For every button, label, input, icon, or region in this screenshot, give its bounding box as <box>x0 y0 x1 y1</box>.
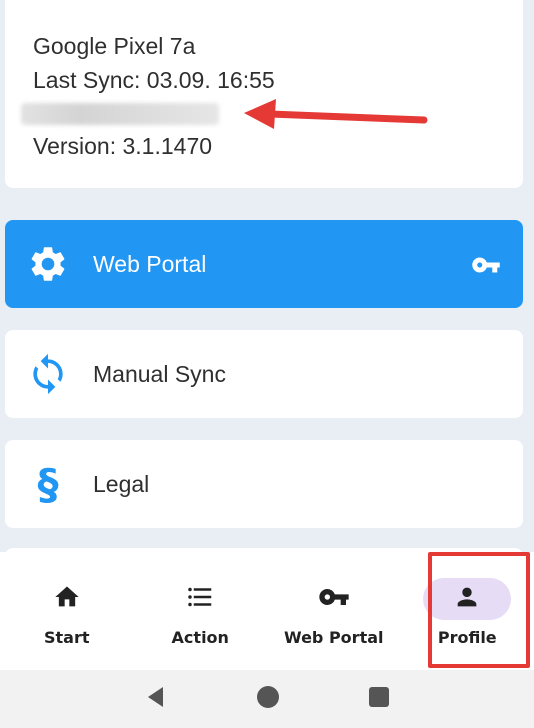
sync-icon <box>25 351 71 397</box>
annotation-arrow-icon <box>244 99 428 129</box>
nav-item-action[interactable]: Action <box>134 552 268 670</box>
menu-item-legal[interactable]: § Legal <box>5 440 523 528</box>
recents-icon[interactable] <box>367 685 391 714</box>
back-icon[interactable] <box>143 684 169 715</box>
menu-item-label: Manual Sync <box>93 360 226 387</box>
redacted-text <box>21 103 219 125</box>
device-info-card: Google Pixel 7a Last Sync: 03.09. 16:55 … <box>5 0 523 188</box>
section-icon: § <box>25 461 71 507</box>
menu-item-web-portal[interactable]: Web Portal <box>5 220 523 308</box>
nav-label: Action <box>171 628 229 647</box>
menu-item-label: Legal <box>93 470 150 497</box>
annotation-highlight-box <box>428 552 530 668</box>
key-icon <box>318 581 350 618</box>
home-icon <box>53 583 81 616</box>
menu-item-label: Web Portal <box>93 250 207 277</box>
nav-item-web-portal[interactable]: Web Portal <box>267 552 401 670</box>
home-circle-icon[interactable] <box>255 684 281 715</box>
system-navigation-bar <box>0 670 534 728</box>
last-sync: Last Sync: 03.09. 16:55 <box>33 66 275 93</box>
nav-label: Start <box>43 628 90 647</box>
menu-item-manual-sync[interactable]: Manual Sync <box>5 330 523 418</box>
device-name: Google Pixel 7a <box>33 33 196 59</box>
list-icon <box>185 582 215 617</box>
gear-icon <box>25 241 71 287</box>
nav-label: Web Portal <box>284 628 384 647</box>
key-icon <box>471 250 501 286</box>
nav-item-start[interactable]: Start <box>0 552 134 670</box>
svg-text:§: § <box>38 461 59 507</box>
